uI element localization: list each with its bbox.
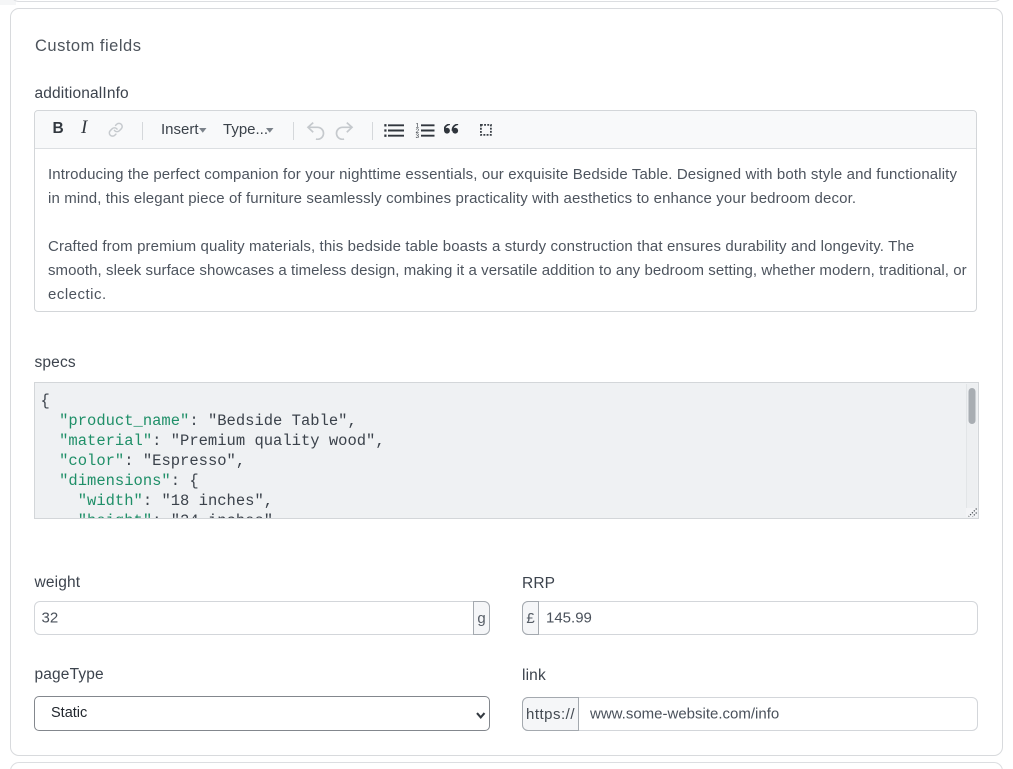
svg-text:3: 3 [415, 133, 419, 138]
